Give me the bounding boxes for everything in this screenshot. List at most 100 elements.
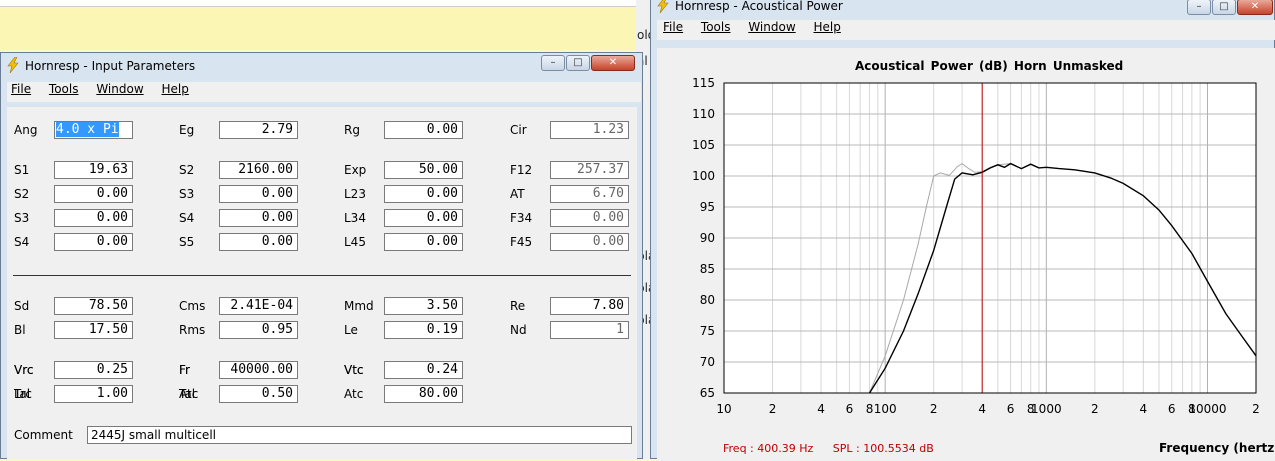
param-field-s4[interactable]: 0.00 (54, 233, 133, 251)
param-label-l34: L34 (344, 211, 366, 225)
x-tick-label: 4 (1140, 402, 1148, 416)
chart-panel: Acoustical Power (dB) Horn Unmasked 115 1… (657, 48, 1275, 461)
comment-field[interactable]: 2445J small multicell (87, 426, 632, 444)
param-field-cir[interactable]: 1.23 (550, 121, 629, 139)
param-field-s3[interactable]: 0.00 (54, 209, 133, 227)
parameters-panel: Ang 4.0 x Pi Eg 2.79 Rg 0.00 Cir 1.23 S1 19.63 S2 2… (7, 107, 637, 460)
param-field-s2[interactable]: 0.00 (54, 185, 133, 203)
y-tick-label: 110 (692, 107, 715, 121)
param-field-s1[interactable]: 19.63 (54, 161, 133, 179)
y-tick-label: 95 (700, 200, 715, 214)
param-label-eg: Eg (179, 123, 195, 137)
minimize-button[interactable]: – (541, 55, 565, 71)
param-label-tal: Tal (179, 387, 196, 401)
param-label-at: AT (510, 187, 525, 201)
param-field-s4[interactable]: 0.00 (219, 209, 298, 227)
param-field-fr[interactable]: 40000.00 (219, 361, 298, 379)
maximize-button[interactable]: □ (1212, 0, 1236, 15)
x-tick-label: 10 (716, 402, 731, 416)
param-field-rg[interactable]: 0.00 (384, 121, 463, 139)
menu-window[interactable]: Window (96, 82, 143, 96)
param-field-lrc[interactable]: 1.00 (54, 385, 133, 403)
menu-help[interactable]: Help (161, 82, 188, 96)
input-menubar: File Tools Window Help (7, 82, 641, 102)
menu-file[interactable]: File (11, 82, 31, 96)
param-label-re: Re (510, 299, 526, 313)
param-field-f45[interactable]: 0.00 (550, 233, 629, 251)
param-field-f12[interactable]: 257.37 (550, 161, 629, 179)
param-field-atc[interactable]: 80.00 (384, 385, 463, 403)
param-field-exp[interactable]: 50.00 (384, 161, 463, 179)
param-field-rms[interactable]: 0.95 (219, 321, 298, 339)
param-label-s3: S3 (14, 211, 30, 225)
y-tick-label: 100 (692, 169, 715, 183)
param-field-s3[interactable]: 0.00 (219, 185, 298, 203)
menu-window[interactable]: Window (748, 20, 795, 34)
x-tick-label: 2 (1252, 402, 1260, 416)
x-axis-caption: Frequency (hertz) (1159, 441, 1275, 455)
lightning-bolt-icon (657, 0, 669, 13)
acoustical-power-window: Hornresp - Acoustical Power – □ ✕ File T… (650, 0, 1275, 461)
param-label-exp: Exp (344, 163, 367, 177)
chart-menubar: File Tools Window Help (657, 20, 1275, 40)
param-field-tal[interactable]: 0.50 (219, 385, 298, 403)
menu-file[interactable]: File (663, 20, 683, 34)
param-field-vtc[interactable]: 0.24 (384, 361, 463, 379)
window-title: Hornresp - Input Parameters (25, 59, 196, 73)
y-tick-label: 70 (700, 355, 715, 369)
param-label-le: Le (344, 323, 358, 337)
menu-tools[interactable]: Tools (701, 20, 731, 34)
close-button[interactable]: ✕ (591, 55, 635, 71)
maximize-button[interactable]: □ (566, 55, 590, 71)
param-field-at[interactable]: 6.70 (550, 185, 629, 203)
param-label-vtc: Vtc (344, 363, 364, 377)
y-tick-label: 80 (700, 293, 715, 307)
y-tick-label: 115 (692, 76, 715, 90)
param-label-f45: F45 (510, 235, 533, 249)
param-field-sd[interactable]: 78.50 (54, 297, 133, 315)
param-label-rg: Rg (344, 123, 360, 137)
param-label-atc: Atc (344, 387, 364, 401)
menu-tools[interactable]: Tools (49, 82, 79, 96)
param-label-bl: Bl (14, 323, 26, 337)
param-field-l34[interactable]: 0.00 (384, 209, 463, 227)
spl-readout: SPL : 100.5534 dB (832, 442, 934, 455)
param-field-eg[interactable]: 2.79 (219, 121, 298, 139)
param-field-s2[interactable]: 2160.00 (219, 161, 298, 179)
param-field-ang[interactable]: 4.0 x Pi (54, 121, 133, 139)
param-field-l45[interactable]: 0.00 (384, 233, 463, 251)
acoustical-power-chart[interactable]: 1151101051009590858075706510 2 4 6 8 100 2 4 6 81… (657, 48, 1275, 438)
param-label-mmd: Mmd (344, 299, 374, 313)
param-field-re[interactable]: 7.80 (550, 297, 629, 315)
menu-help[interactable]: Help (813, 20, 840, 34)
x-tick-label: 6 (1168, 402, 1176, 416)
minimize-button[interactable]: – (1187, 0, 1211, 15)
frequency-readout: Freq : 400.39 Hz (723, 442, 814, 455)
param-label-l45: L45 (344, 235, 366, 249)
param-field-cms[interactable]: 2.41E-04 (219, 297, 298, 315)
window-title: Hornresp - Acoustical Power (675, 0, 843, 13)
x-tick-label: 2 (769, 402, 777, 416)
param-label-f34: F34 (510, 211, 533, 225)
param-field-bl[interactable]: 17.50 (54, 321, 133, 339)
param-label-s3: S3 (179, 187, 195, 201)
param-field-mmd[interactable]: 3.50 (384, 297, 463, 315)
chart-window-titlebar[interactable]: Hornresp - Acoustical Power – □ ✕ (651, 0, 1274, 19)
param-field-nd[interactable]: 1 (550, 321, 629, 339)
input-window-titlebar[interactable]: Hornresp - Input Parameters – □ ✕ (1, 53, 642, 79)
param-field-le[interactable]: 0.19 (384, 321, 463, 339)
param-label-ang: Ang (14, 123, 38, 137)
param-field-vrc[interactable]: 0.25 (54, 361, 133, 379)
param-field-s5[interactable]: 0.00 (219, 233, 298, 251)
input-parameters-window: Hornresp - Input Parameters – □ ✕ File T… (0, 52, 643, 460)
close-button[interactable]: ✕ (1237, 0, 1273, 15)
param-field-l23[interactable]: 0.00 (384, 185, 463, 203)
x-tick-label: 2 (1091, 402, 1099, 416)
x-tick-label: 8 (866, 402, 874, 416)
param-field-f34[interactable]: 0.00 (550, 209, 629, 227)
param-label-vrc: Vrc (14, 363, 34, 377)
y-tick-label: 90 (700, 231, 715, 245)
param-label-sd: Sd (14, 299, 30, 313)
x-tick-label: 10000 (1188, 402, 1226, 416)
y-tick-label: 75 (700, 324, 715, 338)
